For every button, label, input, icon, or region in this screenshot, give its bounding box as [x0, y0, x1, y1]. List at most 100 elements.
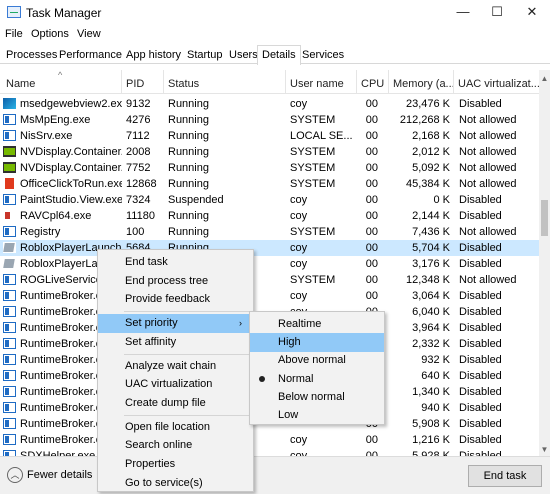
menu-view[interactable]: View	[77, 28, 101, 40]
column-cpu[interactable]: CPU	[357, 70, 389, 94]
context-menu-item-go-to-service-s[interactable]: Go to service(s)	[98, 474, 253, 493]
priority-submenu: Realtime High Above normal Normal Below norm…	[249, 311, 385, 425]
column-status[interactable]: Status	[164, 70, 286, 94]
cell-cpu: 00	[365, 194, 378, 206]
table-row[interactable]: RobloxPlayerLaunch... 5684 Running coy 00 5,7…	[0, 240, 540, 256]
table-row[interactable]: SDXHelper.exe coy 00 5,928 K Disabled	[0, 448, 540, 456]
tab-app-history[interactable]: App history	[121, 45, 186, 64]
context-menu-item-end-process-tree[interactable]: End process tree	[98, 272, 253, 291]
process-icon	[3, 386, 16, 397]
priority-item-high[interactable]: High	[250, 333, 384, 353]
table-row[interactable]: RuntimeBroker.ex coy 00 1,216 K Disabled	[0, 432, 540, 448]
cell-memory: 5,092 K	[412, 162, 450, 174]
tab-details[interactable]: Details	[257, 45, 301, 65]
office-icon	[3, 178, 16, 189]
cell-cpu: 00	[365, 290, 378, 302]
cell-status: Running	[168, 178, 209, 190]
cell-user-name: coy	[290, 210, 308, 222]
cell-user-name: SYSTEM	[290, 226, 336, 238]
table-row[interactable]: msedgewebview2.exe 9132 Running coy 00 23,476…	[0, 96, 540, 112]
vertical-scrollbar[interactable]: ▲ ▼	[539, 70, 550, 456]
cell-user-name: coy	[290, 194, 308, 206]
scroll-down-arrow-icon[interactable]: ▼	[539, 445, 550, 454]
tab-performance[interactable]: Performance	[54, 45, 127, 64]
process-icon	[3, 418, 16, 429]
close-button[interactable]: ✕	[522, 3, 542, 21]
column-name[interactable]: ^ Name	[0, 70, 122, 94]
context-menu-item-analyze-wait-chain[interactable]: Analyze wait chain	[98, 357, 253, 376]
cell-memory: 0 K	[433, 194, 450, 206]
table-row[interactable]: RuntimeBroker.ex coy 00 3,064 K Disabled	[0, 288, 540, 304]
context-menu-item-label: Provide feedback	[125, 293, 210, 306]
table-row[interactable]: RAVCpl64.exe 11180 Running coy 00 2,144 K Disa…	[0, 208, 540, 224]
process-icon	[3, 130, 16, 141]
column-pid[interactable]: PID	[122, 70, 164, 94]
cell-uac: Disabled	[459, 98, 502, 110]
context-menu-item-set-priority[interactable]: Set priority ›	[98, 314, 253, 334]
column-uac-virtualization[interactable]: UAC virtualizat...	[454, 70, 540, 94]
table-row[interactable]: PaintStudio.View.exe 7324 Suspended coy 00 0 …	[0, 192, 540, 208]
fewer-details-link[interactable]: Fewer details	[27, 469, 92, 481]
priority-item-above-normal[interactable]: Above normal	[250, 351, 384, 370]
cell-name: RAVCpl64.exe	[20, 210, 92, 222]
cell-user-name: SYSTEM	[290, 146, 336, 158]
column-memory[interactable]: Memory (a...	[389, 70, 454, 94]
context-menu-item-label: End process tree	[125, 274, 209, 287]
cell-memory: 5,908 K	[412, 418, 450, 430]
tab-startup[interactable]: Startup	[182, 45, 227, 64]
context-menu-item-properties[interactable]: Properties	[98, 455, 253, 474]
table-row[interactable]: MsMpEng.exe 4276 Running SYSTEM 00 212,268 K N…	[0, 112, 540, 128]
cell-uac: Disabled	[459, 434, 502, 446]
cell-name: NVDisplay.Container...	[20, 146, 122, 158]
context-menu-item-uac-virtualization[interactable]: UAC virtualization	[98, 375, 253, 394]
context-menu-item-create-dump-file[interactable]: Create dump file	[98, 394, 253, 413]
process-icon	[3, 354, 16, 365]
priority-item-low[interactable]: Low	[250, 406, 384, 425]
minimize-button[interactable]: —	[453, 3, 473, 21]
cell-user-name: coy	[290, 290, 308, 302]
cell-cpu: 00	[365, 274, 378, 286]
cell-uac: Disabled	[459, 290, 502, 302]
menu-file[interactable]: File	[5, 28, 23, 40]
table-row[interactable]: NisSrv.exe 7112 Running LOCAL SE... 00 2,168 …	[0, 128, 540, 144]
table-row[interactable]: NVDisplay.Container... 7752 Running SYSTEM 0…	[0, 160, 540, 176]
cell-user-name: SYSTEM	[290, 274, 336, 286]
maximize-button[interactable]: ☐	[487, 3, 507, 21]
scroll-up-arrow-icon[interactable]: ▲	[539, 74, 550, 83]
table-row[interactable]: ROGLiveService.ex SYSTEM 00 12,348 K Not all…	[0, 272, 540, 288]
table-row[interactable]: NVDisplay.Container... 2008 Running SYSTEM 0…	[0, 144, 540, 160]
chevron-up-icon[interactable]: ︿	[7, 467, 23, 483]
cell-memory: 5,704 K	[412, 242, 450, 254]
context-menu-item-provide-feedback[interactable]: Provide feedback	[98, 290, 253, 309]
context-menu-item-set-affinity[interactable]: Set affinity	[98, 333, 253, 352]
cell-cpu: 00	[365, 114, 378, 126]
cell-memory: 932 K	[421, 354, 450, 366]
context-menu-item-end-task[interactable]: End task	[98, 253, 253, 272]
context-menu-item-label: Properties	[125, 458, 176, 470]
end-task-button[interactable]: End task	[468, 465, 542, 487]
cell-status: Running	[168, 130, 209, 142]
column-user-name[interactable]: User name	[286, 70, 357, 94]
table-row[interactable]: Registry 100 Running SYSTEM 00 7,436 K Not all…	[0, 224, 540, 240]
cell-cpu: 00	[365, 146, 378, 158]
context-menu-item-search-online[interactable]: Search online	[98, 436, 253, 455]
table-row[interactable]: OfficeClickToRun.exe 12868 Running SYSTEM 00…	[0, 176, 540, 192]
tab-services[interactable]: Services	[297, 45, 349, 64]
process-icon	[3, 194, 16, 205]
cell-name: MsMpEng.exe	[20, 114, 91, 126]
table-header: ^ Name PID Status User name CPU Memory (…	[0, 70, 540, 94]
priority-item-realtime[interactable]: Realtime	[250, 315, 384, 334]
speaker-icon	[3, 210, 16, 221]
context-menu-item-open-file-location[interactable]: Open file location	[98, 418, 253, 437]
priority-item-label: Normal	[278, 372, 314, 385]
priority-item-label: High	[278, 336, 301, 349]
cell-uac: Disabled	[459, 258, 502, 270]
process-icon	[3, 434, 16, 445]
menu-options[interactable]: Options	[31, 28, 69, 40]
cell-user-name: coy	[290, 434, 308, 446]
cell-memory: 12,348 K	[405, 274, 450, 286]
priority-item-normal[interactable]: Normal	[250, 370, 384, 389]
table-row[interactable]: RobloxPlayerLaun coy 00 3,176 K Disabled	[0, 256, 540, 272]
scroll-thumb[interactable]	[541, 200, 548, 236]
priority-item-below-normal[interactable]: Below normal	[250, 388, 384, 407]
